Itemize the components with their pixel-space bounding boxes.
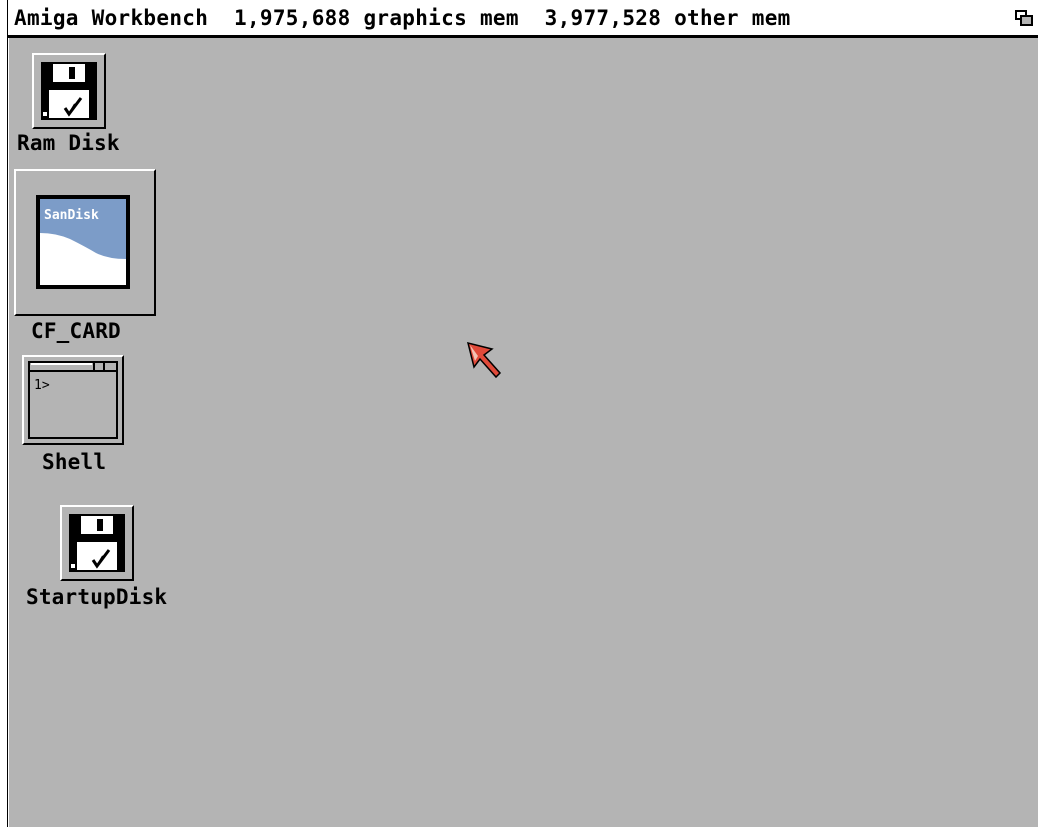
startup-disk-icon[interactable] xyxy=(60,505,134,581)
depth-arrange-icon[interactable] xyxy=(1014,8,1034,28)
cf-card-icon[interactable]: SanDisk xyxy=(14,169,156,316)
workbench-desktop[interactable] xyxy=(9,38,1038,827)
workbench-screen: Amiga Workbench 1,975,688 graphics mem 3… xyxy=(0,0,1038,827)
shell-prompt-text: 1> xyxy=(34,378,50,393)
startup-disk-label[interactable]: StartupDisk xyxy=(26,585,167,609)
screen-title-bar[interactable]: Amiga Workbench 1,975,688 graphics mem 3… xyxy=(8,0,1038,38)
shell-window-icon: 1> xyxy=(28,361,118,439)
floppy-disk-icon xyxy=(69,514,125,572)
shell-label[interactable]: Shell xyxy=(42,450,106,474)
sandisk-brand-text: SanDisk xyxy=(44,208,99,223)
sandisk-card-icon: SanDisk xyxy=(36,195,130,289)
mouse-pointer-icon xyxy=(466,341,502,379)
screen-left-edge xyxy=(0,0,8,827)
screen-title: Amiga Workbench 1,975,688 graphics mem 3… xyxy=(14,6,791,30)
ram-disk-icon[interactable] xyxy=(32,53,106,129)
floppy-disk-icon xyxy=(41,62,97,120)
cf-card-label[interactable]: CF_CARD xyxy=(31,319,121,343)
shell-icon[interactable]: 1> xyxy=(22,355,124,445)
ram-disk-label[interactable]: Ram Disk xyxy=(17,131,120,155)
